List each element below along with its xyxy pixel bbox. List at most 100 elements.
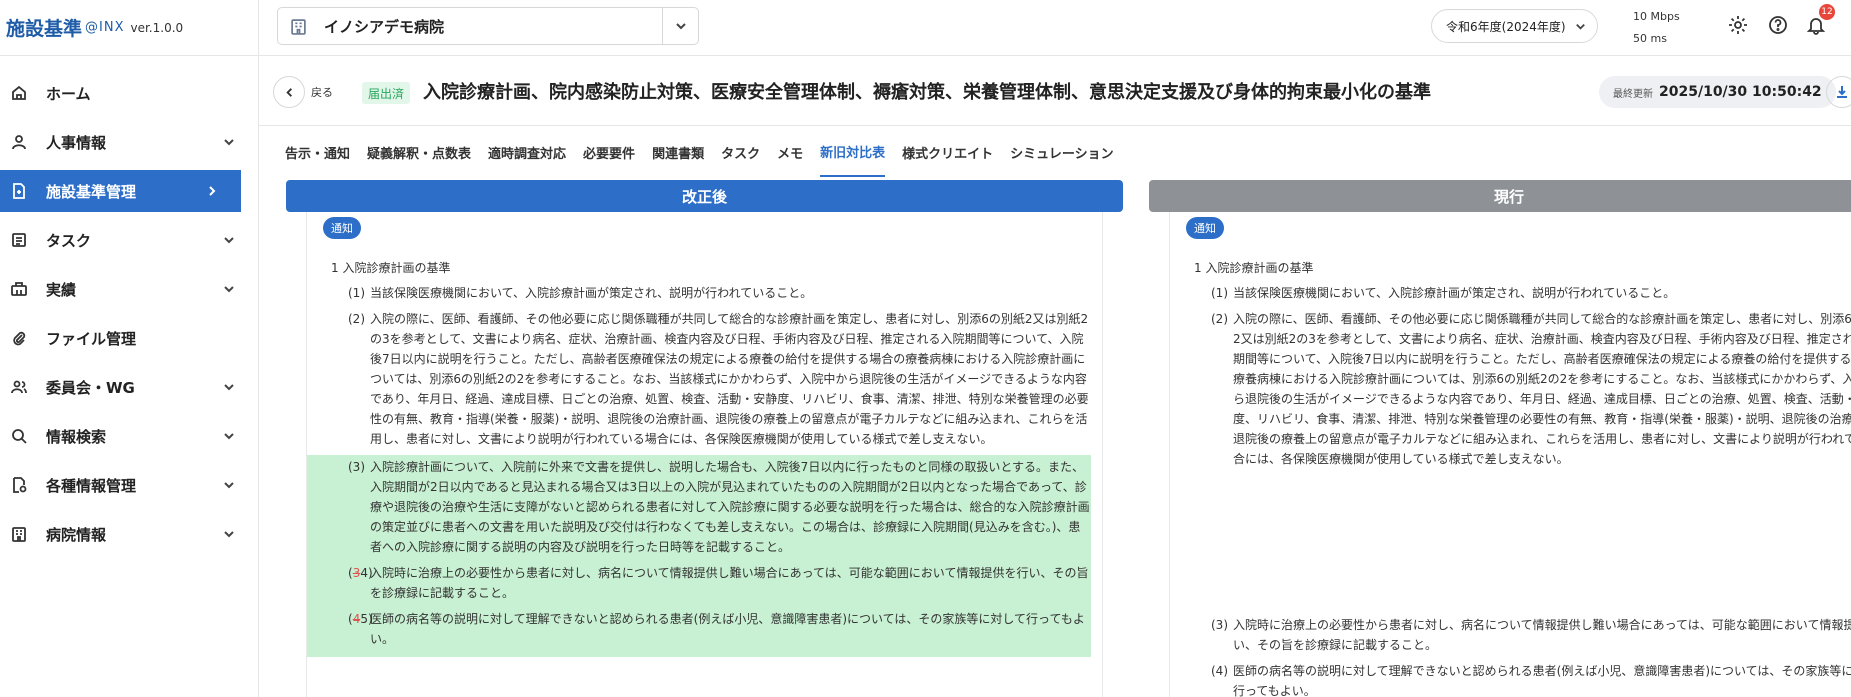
user-icon — [10, 133, 28, 151]
current-document: 1 入院診療計画の基準 (1) 当該保険医療機関において、入院診療計画が策定され… — [1194, 258, 1851, 697]
network-latency: 50 ms — [1633, 32, 1667, 45]
list-item: (3) 入院時に治療上の必要性から患者に対し、病名について情報提供し難い場合にあ… — [1211, 618, 1851, 652]
chevron-down-icon — [222, 134, 238, 150]
notice-badge: 通知 — [323, 217, 361, 239]
chevron-left-icon — [273, 76, 305, 108]
list-item: (1) 当該保険医療機関において、入院診療計画が策定され、説明が行われていること… — [348, 286, 813, 300]
list-item: (1) 当該保険医療機関において、入院診療計画が策定され、説明が行われていること… — [1211, 286, 1676, 300]
chevron-down-icon — [222, 232, 238, 248]
network-speed: 10 Mbps — [1633, 10, 1680, 23]
sidebar-item-label: 情報検索 — [46, 427, 107, 446]
status-badge: 届出済 — [362, 82, 411, 104]
back-button[interactable]: 戻る — [273, 76, 333, 108]
hospital-select[interactable]: イノシアデモ病院 — [277, 7, 699, 45]
sidebar-item-files[interactable]: ファイル管理 — [0, 317, 258, 359]
tab-requirements[interactable]: 必要要件 — [583, 127, 635, 177]
section-heading: 1 入院診療計画の基準 — [1194, 261, 1314, 275]
sidebar-item-label: 病院情報 — [46, 525, 107, 544]
current-pane[interactable]: 通知 1 入院診療計画の基準 (1) 当該保険医療機関において、入院診療計画が策… — [1169, 212, 1851, 697]
last-updated-value: 2025/10/30 10:50:42 — [1659, 84, 1822, 100]
notification-badge: 12 — [1819, 4, 1835, 20]
page-title: 入院診療計画、院内感染防止対策、医療安全管理体制、褥瘡対策、栄養管理体制、意思決… — [423, 82, 1431, 103]
content-tabs: 告示・通知 疑義解釈・点数表 適時調査対応 必要要件 関連書類 タスク メモ 新… — [259, 127, 1851, 177]
revised-document: 1 入院診療計画の基準 (1) 当該保険医療機関において、入院診療計画が策定され… — [307, 258, 1091, 657]
home-icon — [10, 84, 28, 102]
chevron-down-icon — [222, 379, 238, 395]
chevron-down-icon — [222, 428, 238, 444]
tab-tasks[interactable]: タスク — [721, 127, 760, 177]
sidebar-item-results[interactable]: 実績 — [0, 268, 258, 310]
sidebar-item-home[interactable]: ホーム — [0, 72, 258, 114]
list-item-added: (3) 入院診療計画について、入院前に外来で文書を提供し、説明した場合も、入院後… — [348, 460, 1090, 554]
sidebar-item-label: 委員会・WG — [46, 378, 135, 397]
notice-badge: 通知 — [1186, 217, 1224, 239]
help-icon[interactable] — [1767, 14, 1789, 36]
sidebar-item-label: 実績 — [46, 280, 77, 299]
gear-icon[interactable] — [1727, 14, 1749, 36]
sidebar: 施設基準 @INX ver.1.0.0 ホーム 人事情報 施設基準管理 タスク … — [0, 0, 259, 697]
sidebar-item-label: 施設基準管理 — [46, 182, 137, 201]
revised-pane[interactable]: 通知 1 入院診療計画の基準 (1) 当該保険医療機関において、入院診療計画が策… — [306, 212, 1103, 697]
back-label: 戻る — [311, 86, 333, 99]
added-block: (3) 入院診療計画について、入院前に外来で文書を提供し、説明した場合も、入院後… — [307, 455, 1091, 657]
sidebar-item-facility-standards[interactable]: 施設基準管理 — [0, 170, 241, 212]
list-item: (2) 入院の際に、医師、看護師、その他必要に応じ関係職種が共同して総合的な診療… — [348, 312, 1089, 446]
tab-memo[interactable]: メモ — [777, 127, 803, 177]
checklist-icon — [10, 231, 28, 249]
logo-sub: @INX — [85, 20, 125, 35]
revised-pane-header: 改正後 — [286, 180, 1123, 212]
sidebar-item-label: 各種情報管理 — [46, 476, 137, 495]
sidebar-item-search[interactable]: 情報検索 — [0, 415, 258, 457]
page-title-bar: 戻る 届出済 入院診療計画、院内感染防止対策、医療安全管理体制、褥瘡対策、栄養管… — [259, 56, 1851, 126]
last-updated: 最終更新 2025/10/30 10:50:42 — [1599, 76, 1836, 108]
fiscal-year-select[interactable]: 令和6年度(2024年度) — [1431, 9, 1598, 43]
tab-inspection[interactable]: 適時調査対応 — [488, 127, 566, 177]
hospital-name: イノシアデモ病院 — [324, 17, 445, 36]
list-item-renumbered: (34) 入院時に治療上の必要性から患者に対し、病名について情報提供し難い場合に… — [348, 566, 1089, 600]
list-item: (2) 入院の際に、医師、看護師、その他必要に応じ関係職種が共同して総合的な診療… — [1211, 312, 1851, 466]
tab-documents[interactable]: 関連書類 — [652, 127, 704, 177]
network-status: 10 Mbps 50 ms — [1633, 6, 1680, 50]
chevron-down-icon — [222, 477, 238, 493]
current-pane-header: 現行 — [1149, 180, 1851, 212]
diff-spacer — [1194, 475, 1851, 615]
users-icon — [10, 378, 28, 396]
tab-simulation[interactable]: シミュレーション — [1010, 127, 1113, 177]
tab-comparison[interactable]: 新旧対比表 — [820, 127, 886, 177]
paperclip-icon — [10, 329, 28, 347]
top-header: イノシアデモ病院 令和6年度(2024年度) 10 Mbps 50 ms 12 — [259, 0, 1851, 56]
bell-icon[interactable]: 12 — [1805, 4, 1835, 36]
search-icon — [10, 427, 28, 445]
chevron-down-icon[interactable] — [662, 8, 698, 44]
tab-notice[interactable]: 告示・通知 — [285, 127, 350, 177]
download-icon — [1837, 86, 1847, 98]
building-icon — [278, 18, 318, 35]
app-version: ver.1.0.0 — [130, 20, 184, 35]
tab-form-create[interactable]: 様式クリエイト — [902, 127, 993, 177]
chevron-down-icon — [222, 281, 238, 297]
chevron-down-icon — [1575, 23, 1585, 30]
document-icon — [10, 182, 28, 200]
briefcase-icon — [10, 280, 28, 298]
tab-qa[interactable]: 疑義解釈・点数表 — [367, 127, 471, 177]
list-item-renumbered: (45) 医師の病名等の説明に対して理解できないと認められる患者(例えば小児、意… — [348, 612, 1085, 646]
chevron-down-icon — [222, 526, 238, 542]
sidebar-nav: ホーム 人事情報 施設基準管理 タスク 実績 ファイル管理 委員会・WG 情報検… — [0, 56, 258, 555]
last-updated-label: 最終更新 — [1613, 88, 1653, 100]
hospital-icon — [10, 525, 28, 543]
sidebar-item-label: タスク — [46, 231, 92, 250]
app-logo[interactable]: 施設基準 @INX ver.1.0.0 — [0, 0, 258, 56]
chevron-right-icon — [205, 183, 221, 199]
sidebar-item-committee[interactable]: 委員会・WG — [0, 366, 258, 408]
sidebar-item-label: ファイル管理 — [46, 329, 137, 348]
download-button[interactable] — [1826, 76, 1851, 108]
settings-doc-icon — [10, 476, 28, 494]
sidebar-item-hospital-info[interactable]: 病院情報 — [0, 513, 258, 555]
sidebar-item-info-management[interactable]: 各種情報管理 — [0, 464, 258, 506]
logo-main: 施設基準 — [6, 18, 83, 40]
sidebar-item-tasks[interactable]: タスク — [0, 219, 258, 261]
sidebar-item-label: ホーム — [46, 84, 91, 103]
section-heading: 1 入院診療計画の基準 — [331, 261, 451, 275]
sidebar-item-hr[interactable]: 人事情報 — [0, 121, 258, 163]
list-item: (4) 医師の病名等の説明に対して理解できないと認められる患者(例えば小児、意識… — [1211, 664, 1851, 697]
